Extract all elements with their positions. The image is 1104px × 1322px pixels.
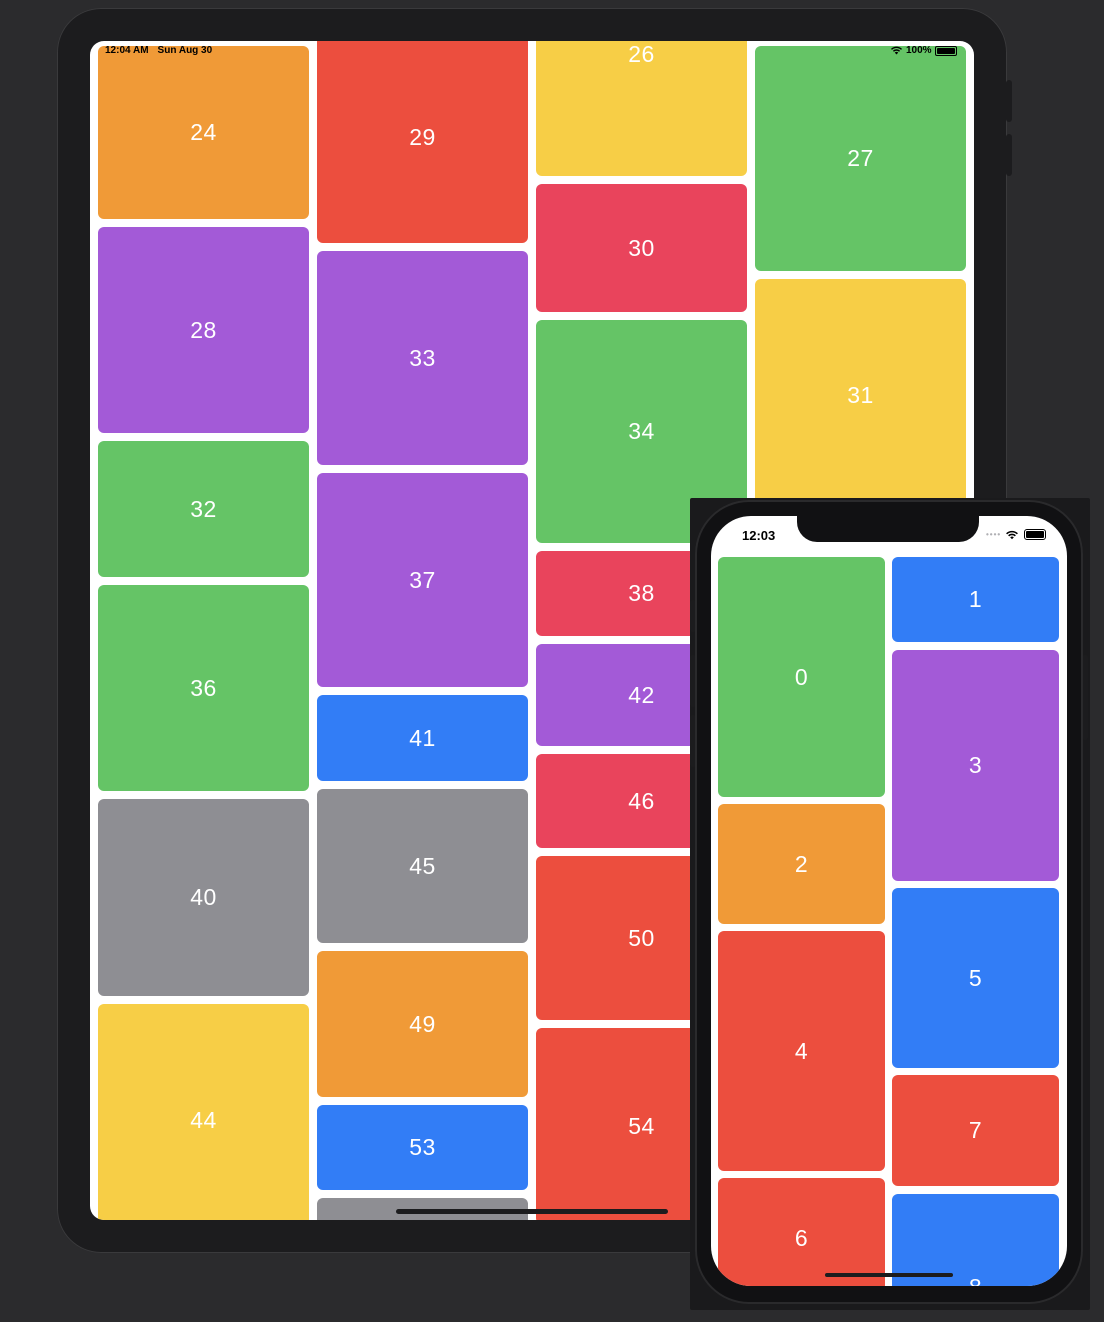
grid-tile[interactable]: 32 — [98, 441, 309, 577]
wifi-icon — [891, 46, 902, 55]
status-date: Sun Aug 30 — [157, 45, 213, 56]
battery-icon — [934, 45, 957, 56]
iphone-status-time: 12:03 — [742, 528, 776, 543]
grid-tile[interactable]: 2 — [718, 804, 885, 924]
grid-tile[interactable]: 40 — [98, 799, 309, 996]
status-time: 12:04 AM — [105, 45, 149, 56]
grid-tile[interactable]: 3 — [892, 650, 1059, 881]
grid-tile[interactable]: 24 — [98, 46, 309, 219]
grid-tile[interactable]: 45 — [317, 789, 528, 943]
grid-tile[interactable]: 27 — [755, 46, 966, 271]
grid-tile[interactable]: 1 — [892, 557, 1059, 642]
battery-percent: 100% — [906, 45, 932, 56]
grid-tile[interactable]: 0 — [718, 557, 885, 797]
grid-tile[interactable]: 5 — [892, 888, 1059, 1068]
ipad-status-right: 100% — [890, 45, 957, 56]
iphone-status-right: •••• — [986, 529, 1047, 540]
ipad-home-indicator[interactable] — [396, 1209, 668, 1214]
grid-tile[interactable]: 29 — [317, 41, 528, 243]
ipad-volume-up-button — [1006, 80, 1012, 122]
grid-tile[interactable]: 33 — [317, 251, 528, 465]
grid-tile[interactable]: 4 — [718, 931, 885, 1171]
iphone-home-indicator[interactable] — [825, 1273, 953, 1277]
grid-tile[interactable]: 30 — [536, 184, 747, 312]
ipad-status-time-date: 12:04 AM Sun Aug 30 — [105, 45, 212, 56]
ipad-volume-down-button — [1006, 134, 1012, 176]
signal-icon: •••• — [986, 530, 1002, 539]
iphone-screen: 0 1 3 2 5 4 7 6 8 12:03 •••• — [711, 516, 1067, 1286]
wifi-icon — [1006, 530, 1019, 539]
grid-tile[interactable]: 26 — [536, 41, 747, 176]
grid-tile[interactable]: 44 — [98, 1004, 309, 1220]
grid-tile[interactable]: 36 — [98, 585, 309, 791]
grid-tile[interactable]: 41 — [317, 695, 528, 781]
grid-tile[interactable]: 31 — [755, 279, 966, 511]
grid-tile[interactable]: 7 — [892, 1075, 1059, 1186]
grid-tile[interactable]: 6 — [718, 1178, 885, 1286]
grid-tile[interactable]: 53 — [317, 1105, 528, 1190]
grid-tile[interactable]: 37 — [317, 473, 528, 687]
grid-tile[interactable]: 49 — [317, 951, 528, 1097]
grid-tile[interactable]: 28 — [98, 227, 309, 433]
battery-icon — [1024, 529, 1047, 540]
iphone-notch — [797, 516, 979, 542]
